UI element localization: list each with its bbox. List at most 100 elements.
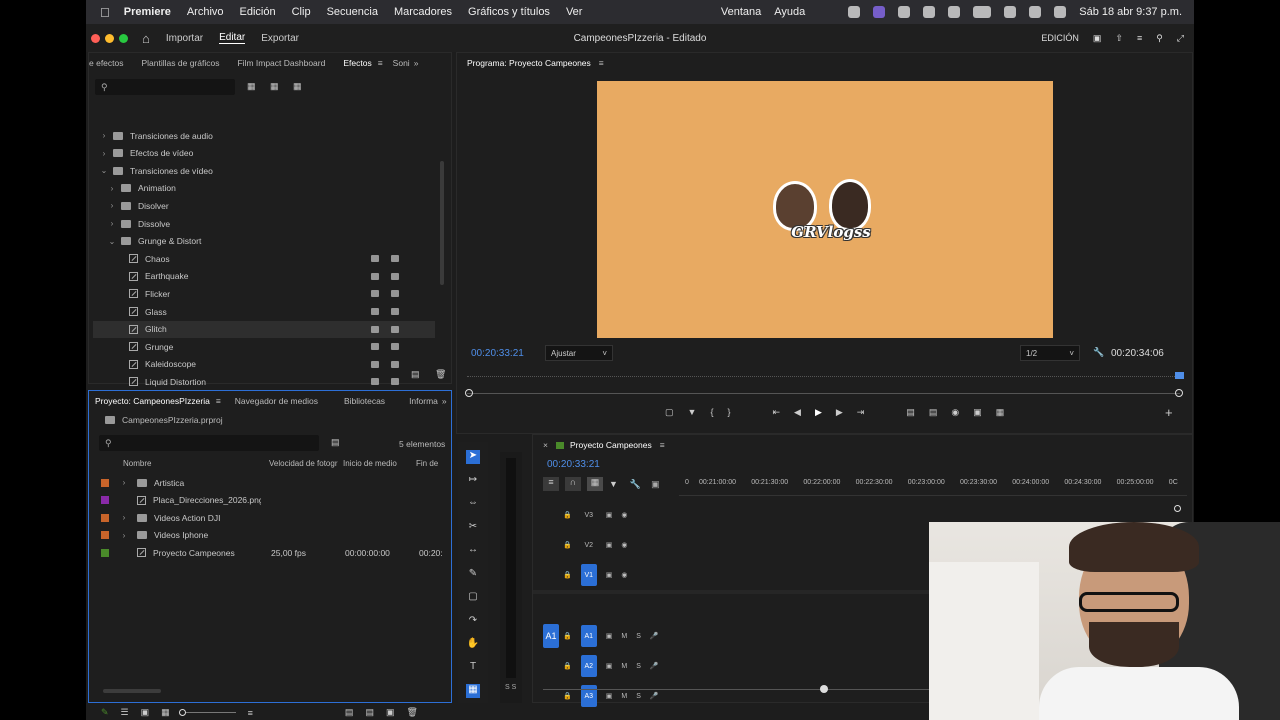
- track-select-tool-icon[interactable]: ↦: [466, 474, 480, 488]
- slip-tool-icon[interactable]: ↔: [466, 544, 480, 558]
- col-nombre[interactable]: Nombre: [123, 459, 151, 468]
- new-item-icon[interactable]: ▣: [386, 707, 395, 718]
- rectangle-tool-icon[interactable]: ▢: [466, 591, 480, 605]
- workspace-label[interactable]: EDICIÓN: [1041, 33, 1079, 43]
- chevron-right-icon[interactable]: ›: [107, 219, 117, 228]
- menu-clip[interactable]: Clip: [292, 6, 311, 18]
- source-patch-a1[interactable]: A1: [543, 624, 559, 648]
- tab-sonido[interactable]: Soni: [393, 58, 410, 68]
- linked-selection-icon[interactable]: ▦: [587, 477, 603, 491]
- project-item[interactable]: › Videos Action DJI: [101, 509, 441, 526]
- chevron-right-icon[interactable]: ›: [99, 149, 109, 158]
- menu-ayuda[interactable]: Ayuda: [774, 6, 805, 18]
- selection-tool-icon[interactable]: ➤: [466, 450, 480, 464]
- eye-icon[interactable]: ◉: [621, 571, 627, 579]
- sync-lock-icon[interactable]: ▣: [606, 632, 613, 640]
- apple-icon[interactable]: : [100, 5, 110, 20]
- nav-exportar[interactable]: Exportar: [261, 33, 299, 44]
- mic-icon[interactable]: 🎤: [650, 692, 659, 700]
- audio-track-header[interactable]: 🔒 A2 ▣ M S 🎤: [563, 652, 659, 680]
- effects-item[interactable]: Earthquake: [93, 268, 435, 285]
- timeline-zoom-handle[interactable]: [820, 685, 828, 693]
- control-center-icon[interactable]: [1054, 6, 1067, 18]
- track-label[interactable]: A2: [580, 655, 597, 677]
- effects-folder[interactable]: › Disolver: [93, 197, 435, 214]
- tab-bibliotecas[interactable]: Bibliotecas: [344, 396, 385, 406]
- lock-icon[interactable]: 🔒: [563, 692, 572, 700]
- label-color-swatch[interactable]: [101, 513, 109, 522]
- program-timecode[interactable]: 00:20:33:21: [471, 348, 524, 359]
- tab-menu-icon[interactable]: ≡: [599, 58, 604, 68]
- captions-icon[interactable]: ▣: [651, 479, 660, 490]
- tab-biblioteca-efectos[interactable]: e efectos: [89, 58, 124, 68]
- tab-menu-icon[interactable]: ≡: [378, 58, 383, 68]
- lock-icon[interactable]: 🔒: [563, 662, 572, 670]
- track-label[interactable]: A1: [580, 625, 597, 647]
- snap-icon[interactable]: ∩: [565, 477, 581, 491]
- menu-list-icon[interactable]: ≡: [1137, 33, 1142, 43]
- ripple-edit-tool-icon[interactable]: ⇔: [466, 497, 480, 511]
- label-color-swatch[interactable]: [101, 548, 109, 557]
- close-window-button[interactable]: [91, 33, 100, 43]
- freeform-view-icon[interactable]: ▦: [161, 707, 170, 718]
- play-icon[interactable]: ▶: [815, 407, 822, 418]
- tab-efectos[interactable]: Efectos: [343, 58, 371, 68]
- wrench-icon[interactable]: 🔧: [1093, 347, 1104, 358]
- chevron-right-icon[interactable]: ›: [119, 513, 129, 522]
- camera-icon[interactable]: ◉: [951, 407, 959, 418]
- new-bin-icon[interactable]: ▤: [411, 369, 420, 380]
- type-tool-icon[interactable]: T: [466, 661, 480, 675]
- list-view-icon[interactable]: ☰: [121, 707, 129, 718]
- menu-secuencia[interactable]: Secuencia: [327, 6, 378, 18]
- sync-lock-icon[interactable]: ▣: [606, 511, 613, 519]
- search-icon[interactable]: ⚲: [1156, 33, 1163, 44]
- project-search-input[interactable]: ⚲: [99, 435, 319, 451]
- tabs-overflow-icon[interactable]: »: [414, 58, 419, 68]
- effects-search-input[interactable]: ⚲: [95, 79, 235, 95]
- lock-icon[interactable]: 🔒: [563, 511, 572, 519]
- 32bit-effects-icon[interactable]: ▦: [270, 81, 279, 92]
- tab-menu-icon[interactable]: ≡: [216, 396, 221, 406]
- track-label[interactable]: V3: [581, 512, 597, 519]
- effects-item[interactable]: Liquid Distortion: [93, 373, 435, 390]
- effects-item[interactable]: Chaos: [93, 250, 435, 267]
- zoom-handle-right[interactable]: [1175, 389, 1183, 397]
- effects-folder[interactable]: › Transiciones de audio: [93, 127, 435, 144]
- track-label[interactable]: V1: [580, 564, 597, 586]
- timeline-timecode[interactable]: 00:20:33:21: [547, 459, 600, 470]
- hand-tool-icon[interactable]: ✋: [466, 638, 480, 652]
- solo-icon[interactable]: S: [636, 693, 641, 700]
- chevron-right-icon[interactable]: ›: [107, 201, 117, 210]
- mute-icon[interactable]: M: [621, 663, 627, 670]
- audio-meter-solo[interactable]: S S: [505, 684, 516, 691]
- mark-out-icon[interactable]: }: [727, 407, 730, 418]
- sync-lock-icon[interactable]: ▣: [606, 692, 613, 700]
- accelerated-effects-icon[interactable]: ▦: [247, 81, 256, 92]
- play-status-icon[interactable]: [948, 6, 961, 18]
- menu-app[interactable]: Premiere: [124, 6, 171, 18]
- chevron-right-icon[interactable]: ›: [119, 531, 129, 540]
- wrench-icon[interactable]: 🔧: [630, 479, 641, 490]
- tab-film-impact[interactable]: Film Impact Dashboard: [237, 58, 325, 68]
- menu-graficos[interactable]: Gráficos y títulos: [468, 6, 550, 18]
- track-forward-tool-icon[interactable]: ↷: [466, 615, 480, 629]
- project-hscrollbar[interactable]: [103, 689, 161, 693]
- fullscreen-icon[interactable]: ⤢: [1177, 33, 1184, 44]
- col-fin[interactable]: Fin de: [416, 459, 438, 468]
- mark-in-icon[interactable]: {: [710, 407, 713, 418]
- timeline-ruler[interactable]: 0 00:21:00:00 00:21:30:00 00:22:00:00 00:22:…: [685, 479, 1185, 493]
- extract-icon[interactable]: ▤: [929, 407, 938, 418]
- nest-icon[interactable]: ≡: [543, 477, 559, 491]
- menu-ventana[interactable]: Ventana: [721, 6, 761, 18]
- tab-sequence[interactable]: Proyecto Campeones: [570, 440, 652, 450]
- tab-plantillas-graficos[interactable]: Plantillas de gráficos: [142, 58, 220, 68]
- eye-icon[interactable]: ◉: [621, 541, 627, 549]
- trash-icon[interactable]: 🗑: [435, 369, 446, 380]
- chevron-down-icon[interactable]: ⌄: [107, 237, 117, 246]
- sync-icon[interactable]: [923, 6, 936, 18]
- step-back-icon[interactable]: ◀: [794, 407, 801, 418]
- chevron-right-icon[interactable]: ›: [99, 131, 109, 140]
- effects-folder[interactable]: ⌄ Transiciones de vídeo: [93, 162, 435, 179]
- menu-archivo[interactable]: Archivo: [187, 6, 224, 18]
- timeline-vscroll-handle[interactable]: [1174, 505, 1181, 512]
